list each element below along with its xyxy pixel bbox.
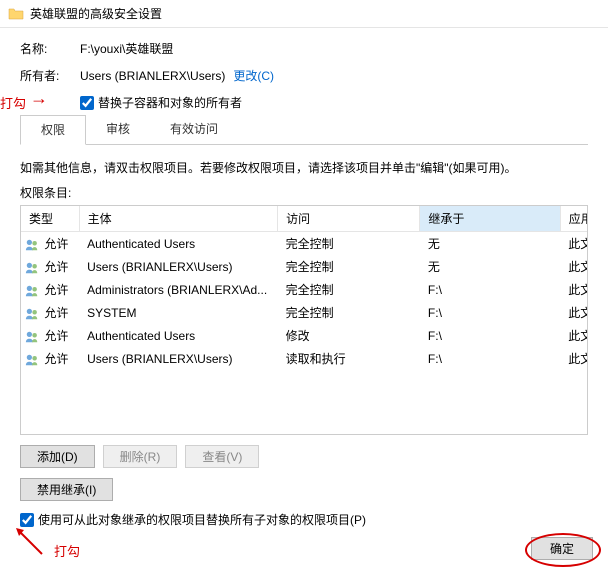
permission-entries-label: 权限条目:	[20, 184, 588, 201]
name-row: 名称: F:\youxi\英雄联盟	[20, 40, 588, 57]
table-row[interactable]: 允许Users (BRIANLERX\Users)完全控制无此文件夹	[21, 255, 588, 278]
annotation-check-2: 打勾	[54, 541, 80, 560]
col-type[interactable]: 类型	[21, 206, 79, 232]
annotation-check-1: 打勾	[0, 93, 26, 112]
hint-text: 如需其他信息，请双击权限项目。若要修改权限项目，请选择该项目并单击"编辑"(如果…	[20, 159, 588, 176]
change-owner-link[interactable]: 更改(C)	[233, 67, 274, 84]
permissions-grid[interactable]: 类型 主体 访问 继承于 应用于 允许Authenticated Users完全…	[20, 205, 588, 435]
tab-permissions[interactable]: 权限	[20, 115, 86, 145]
folder-icon	[8, 6, 24, 22]
tab-effective-access[interactable]: 有效访问	[150, 115, 238, 144]
disable-inheritance-button[interactable]: 禁用继承(I)	[20, 478, 113, 501]
replace-owner-label: 替换子容器和对象的所有者	[98, 94, 242, 111]
name-value: F:\youxi\英雄联盟	[80, 40, 173, 57]
table-header: 类型 主体 访问 继承于 应用于	[21, 206, 588, 232]
replace-child-label: 使用可从此对象继承的权限项目替换所有子对象的权限项目(P)	[38, 511, 366, 528]
table-row[interactable]: 允许SYSTEM完全控制F:\此文件夹	[21, 301, 588, 324]
table-row[interactable]: 允许Authenticated Users修改F:\此文件夹	[21, 324, 588, 347]
replace-owner-checkbox[interactable]	[80, 96, 94, 110]
annotation-arrow-1: →	[30, 88, 48, 109]
button-row-1: 添加(D) 删除(R) 查看(V)	[20, 445, 588, 468]
owner-label: 所有者:	[20, 67, 80, 84]
name-label: 名称:	[20, 40, 80, 57]
ok-button[interactable]: 确定	[531, 537, 593, 560]
tabs: 权限 审核 有效访问	[20, 115, 588, 145]
add-button[interactable]: 添加(D)	[20, 445, 95, 468]
tab-auditing[interactable]: 审核	[86, 115, 150, 144]
annotation-arrow-2	[14, 526, 54, 556]
view-button: 查看(V)	[185, 445, 259, 468]
table-row[interactable]: 允许Authenticated Users完全控制无此文件夹	[21, 232, 588, 256]
titlebar: 英雄联盟的高级安全设置	[0, 0, 608, 28]
window-title: 英雄联盟的高级安全设置	[30, 5, 162, 22]
owner-row: 所有者: Users (BRIANLERX\Users) 更改(C)	[20, 67, 588, 84]
replace-owner-line[interactable]: 替换子容器和对象的所有者	[80, 94, 588, 111]
col-inherited[interactable]: 继承于	[420, 206, 560, 232]
table-row[interactable]: 允许Users (BRIANLERX\Users)读取和执行F:\此文件夹	[21, 347, 588, 370]
col-applies[interactable]: 应用于	[560, 206, 588, 232]
remove-button: 删除(R)	[103, 445, 178, 468]
owner-value: Users (BRIANLERX\Users)	[80, 69, 225, 83]
replace-child-checkbox[interactable]	[20, 513, 34, 527]
replace-child-line[interactable]: 使用可从此对象继承的权限项目替换所有子对象的权限项目(P)	[20, 511, 588, 528]
col-principal[interactable]: 主体	[79, 206, 277, 232]
button-row-2: 禁用继承(I)	[20, 478, 588, 501]
table-row[interactable]: 允许Administrators (BRIANLERX\Ad...完全控制F:\…	[21, 278, 588, 301]
col-access[interactable]: 访问	[278, 206, 420, 232]
